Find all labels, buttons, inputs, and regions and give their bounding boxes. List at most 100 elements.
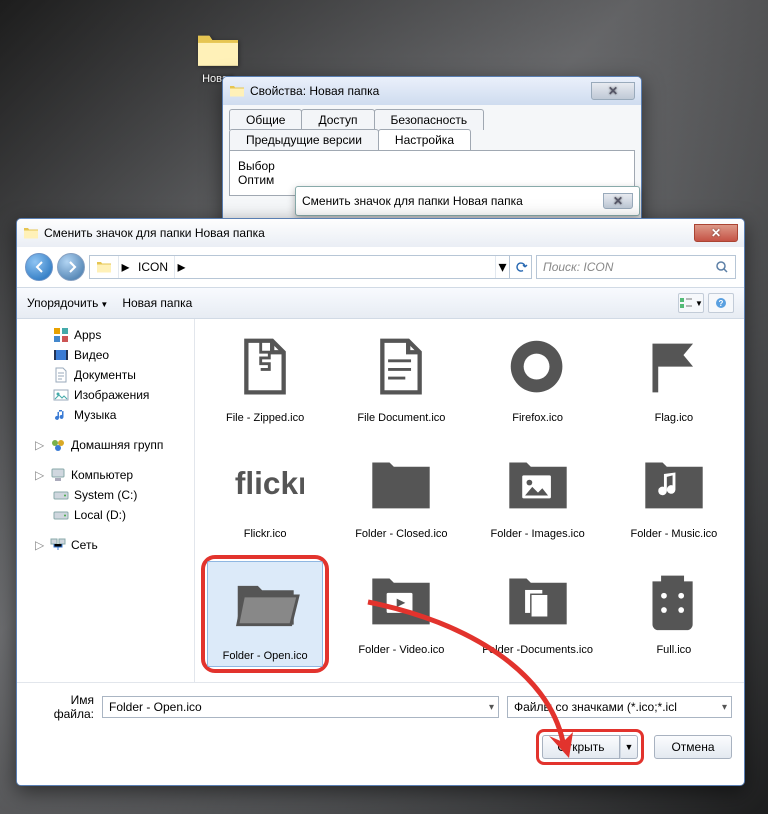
cancel-button[interactable]: Отмена bbox=[654, 735, 732, 759]
folder-icon bbox=[229, 83, 245, 99]
tab-previous-versions[interactable]: Предыдущие версии bbox=[229, 129, 379, 150]
file-item-file-document[interactable]: File Document.ico bbox=[337, 323, 465, 429]
tree-network[interactable]: ▷Сеть bbox=[23, 535, 194, 555]
file-item-flickr[interactable]: Flickr.ico bbox=[201, 439, 329, 545]
file-item-file-zipped[interactable]: File - Zipped.ico bbox=[201, 323, 329, 429]
folder-icon bbox=[96, 260, 112, 274]
folder-open-icon bbox=[226, 573, 304, 639]
tree-homegroup[interactable]: ▷Домашняя групп bbox=[23, 435, 194, 455]
file-item-folder-music[interactable]: Folder - Music.ico bbox=[610, 439, 738, 545]
nav-forward-button[interactable] bbox=[57, 253, 85, 281]
open-dialog-title: Сменить значок для папки Новая папка bbox=[44, 226, 265, 240]
tree-apps[interactable]: Apps bbox=[23, 325, 194, 345]
file-item-folder-open[interactable]: Folder - Open.ico bbox=[207, 561, 323, 667]
properties-title: Свойства: Новая папка bbox=[250, 84, 379, 98]
properties-close-button[interactable]: ✕ bbox=[591, 82, 635, 100]
file-item-folder-documents[interactable]: Folder -Documents.ico bbox=[474, 555, 602, 673]
images-icon bbox=[53, 387, 69, 403]
refresh-icon bbox=[514, 260, 528, 274]
file-item-label: Folder - Music.ico bbox=[630, 528, 717, 540]
path-dropdown[interactable]: ▾ bbox=[495, 256, 509, 278]
tab-general[interactable]: Общие bbox=[229, 109, 302, 130]
mini-close-button[interactable]: ✕ bbox=[603, 193, 633, 209]
properties-titlebar[interactable]: Свойства: Новая папка ✕ bbox=[223, 77, 641, 105]
open-dialog-close-button[interactable]: ✕ bbox=[694, 224, 738, 242]
chevron-right-icon[interactable]: ▸ bbox=[174, 256, 188, 278]
folder-closed-icon bbox=[362, 451, 440, 517]
file-item-folder-images[interactable]: Folder - Images.ico bbox=[474, 439, 602, 545]
open-file-dialog: Сменить значок для папки Новая папка ✕ ▸… bbox=[16, 218, 745, 786]
search-icon bbox=[715, 260, 729, 274]
document-icon bbox=[53, 367, 69, 383]
tree-documents[interactable]: Документы bbox=[23, 365, 194, 385]
file-item-firefox[interactable]: Firefox.ico bbox=[474, 323, 602, 429]
folder-documents-icon bbox=[499, 567, 577, 633]
open-dialog-titlebar[interactable]: Сменить значок для папки Новая папка ✕ bbox=[17, 219, 744, 247]
organize-menu[interactable]: Упорядочить▼ bbox=[27, 296, 108, 310]
tree-music[interactable]: Музыка bbox=[23, 405, 194, 425]
full-icon bbox=[635, 567, 713, 633]
file-item-flag[interactable]: Flag.ico bbox=[610, 323, 738, 429]
filename-input[interactable]: Folder - Open.ico bbox=[102, 696, 499, 718]
tree-images[interactable]: Изображения bbox=[23, 385, 194, 405]
svg-text:?: ? bbox=[719, 299, 724, 308]
music-icon bbox=[53, 407, 69, 423]
open-button[interactable]: Открыть bbox=[542, 735, 620, 759]
network-icon bbox=[50, 537, 66, 553]
navigation-tree[interactable]: Apps Видео Документы Изображения Музыка … bbox=[17, 319, 195, 682]
folder-images-icon bbox=[499, 451, 577, 517]
help-button[interactable]: ? bbox=[708, 293, 734, 313]
refresh-button[interactable] bbox=[509, 256, 531, 278]
file-document-icon bbox=[362, 335, 440, 401]
file-item-label: Folder - Video.ico bbox=[358, 644, 444, 656]
tree-drive-c[interactable]: System (C:) bbox=[23, 485, 194, 505]
path-segment[interactable]: ICON bbox=[132, 256, 174, 278]
flag-icon bbox=[635, 335, 713, 401]
open-button-dropdown[interactable]: ▼ bbox=[620, 735, 638, 759]
selection-highlight: Folder - Open.ico bbox=[201, 555, 329, 673]
homegroup-icon bbox=[50, 437, 66, 453]
toolbar: Упорядочить▼ Новая папка ▼ ? bbox=[17, 287, 744, 319]
tree-computer[interactable]: ▷Компьютер bbox=[23, 465, 194, 485]
properties-tabs-row1: Общие Доступ Безопасность bbox=[229, 109, 635, 130]
file-item-full[interactable]: Full.ico bbox=[610, 555, 738, 673]
tab-security[interactable]: Безопасность bbox=[374, 109, 485, 130]
file-grid[interactable]: File - Zipped.ico File Document.ico Fire… bbox=[195, 319, 744, 682]
tree-drive-d[interactable]: Local (D:) bbox=[23, 505, 194, 525]
navigation-row: ▸ ICON ▸ ▾ Поиск: ICON bbox=[17, 247, 744, 287]
file-item-label: File - Zipped.ico bbox=[226, 412, 304, 424]
search-placeholder: Поиск: ICON bbox=[543, 260, 613, 274]
nav-back-button[interactable] bbox=[25, 253, 53, 281]
file-item-folder-closed[interactable]: Folder - Closed.ico bbox=[337, 439, 465, 545]
mini-title: Сменить значок для папки Новая папка bbox=[302, 194, 523, 208]
drive-icon bbox=[53, 487, 69, 503]
new-folder-button[interactable]: Новая папка bbox=[122, 296, 192, 310]
tree-video[interactable]: Видео bbox=[23, 345, 194, 365]
tab-sharing[interactable]: Доступ bbox=[301, 109, 374, 130]
firefox-icon bbox=[499, 335, 577, 401]
search-box[interactable]: Поиск: ICON bbox=[536, 255, 736, 279]
arrow-left-icon bbox=[33, 260, 47, 274]
file-item-label: Flickr.ico bbox=[244, 528, 287, 540]
open-button-highlight: Открыть ▼ bbox=[536, 729, 644, 765]
file-type-filter[interactable]: Файлы со значками (*.ico;*.icl bbox=[507, 696, 732, 718]
file-item-folder-video[interactable]: Folder - Video.ico bbox=[337, 555, 465, 673]
help-icon: ? bbox=[715, 297, 727, 309]
file-item-label: Full.ico bbox=[656, 644, 691, 656]
tab-customize[interactable]: Настройка bbox=[378, 129, 471, 150]
address-bar[interactable]: ▸ ICON ▸ ▾ bbox=[89, 255, 532, 279]
chevron-right-icon[interactable]: ▸ bbox=[118, 256, 132, 278]
list-view-icon bbox=[679, 297, 693, 309]
file-item-label: Folder - Closed.ico bbox=[355, 528, 447, 540]
arrow-right-icon bbox=[65, 260, 79, 274]
file-item-label: File Document.ico bbox=[357, 412, 445, 424]
change-icon-mini-window: Сменить значок для папки Новая папка ✕ bbox=[295, 186, 640, 216]
file-item-label: Firefox.ico bbox=[512, 412, 563, 424]
computer-icon bbox=[50, 467, 66, 483]
drive-icon bbox=[53, 507, 69, 523]
folder-music-icon bbox=[635, 451, 713, 517]
file-zipped-icon bbox=[226, 335, 304, 401]
view-mode-button[interactable]: ▼ bbox=[678, 293, 704, 313]
folder-icon bbox=[23, 225, 39, 241]
video-icon bbox=[53, 347, 69, 363]
